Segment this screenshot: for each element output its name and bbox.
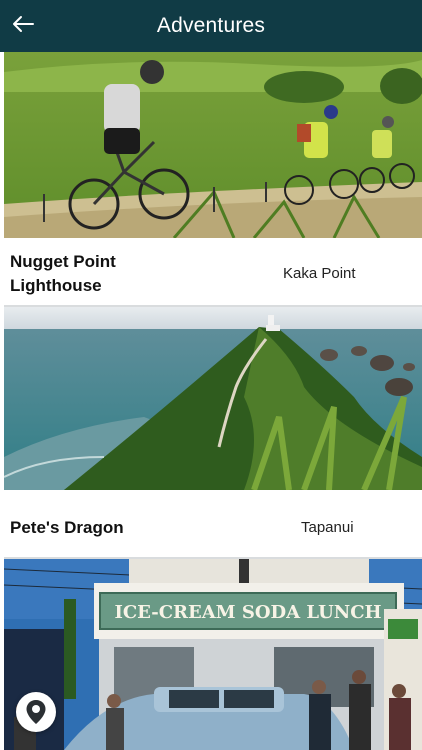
adventure-image-cyclists[interactable] xyxy=(4,52,422,238)
app-header: Adventures xyxy=(0,0,422,52)
list-item-petes-dragon[interactable]: Pete's Dragon Tapanui xyxy=(0,490,422,558)
arrow-left-icon xyxy=(13,16,34,32)
map-button[interactable] xyxy=(16,692,56,732)
page-title: Adventures xyxy=(156,14,266,37)
item-name: Nugget Point Lighthouse xyxy=(10,252,116,295)
item-location: Kaka Point xyxy=(283,265,356,282)
map-pin-icon xyxy=(26,700,46,724)
back-button[interactable] xyxy=(8,8,38,40)
list-item-nugget-point[interactable]: Nugget Point Lighthouse Kaka Point xyxy=(0,238,422,306)
item-name: Pete's Dragon xyxy=(10,518,124,537)
item-location: Tapanui xyxy=(301,519,354,536)
adventure-image-ice-cream-shop[interactable]: ICE-CREAM SODA LUNCH xyxy=(4,559,422,750)
adventure-image-lighthouse[interactable] xyxy=(4,307,422,490)
shop-sign-text: ICE-CREAM SODA LUNCH xyxy=(114,602,381,623)
